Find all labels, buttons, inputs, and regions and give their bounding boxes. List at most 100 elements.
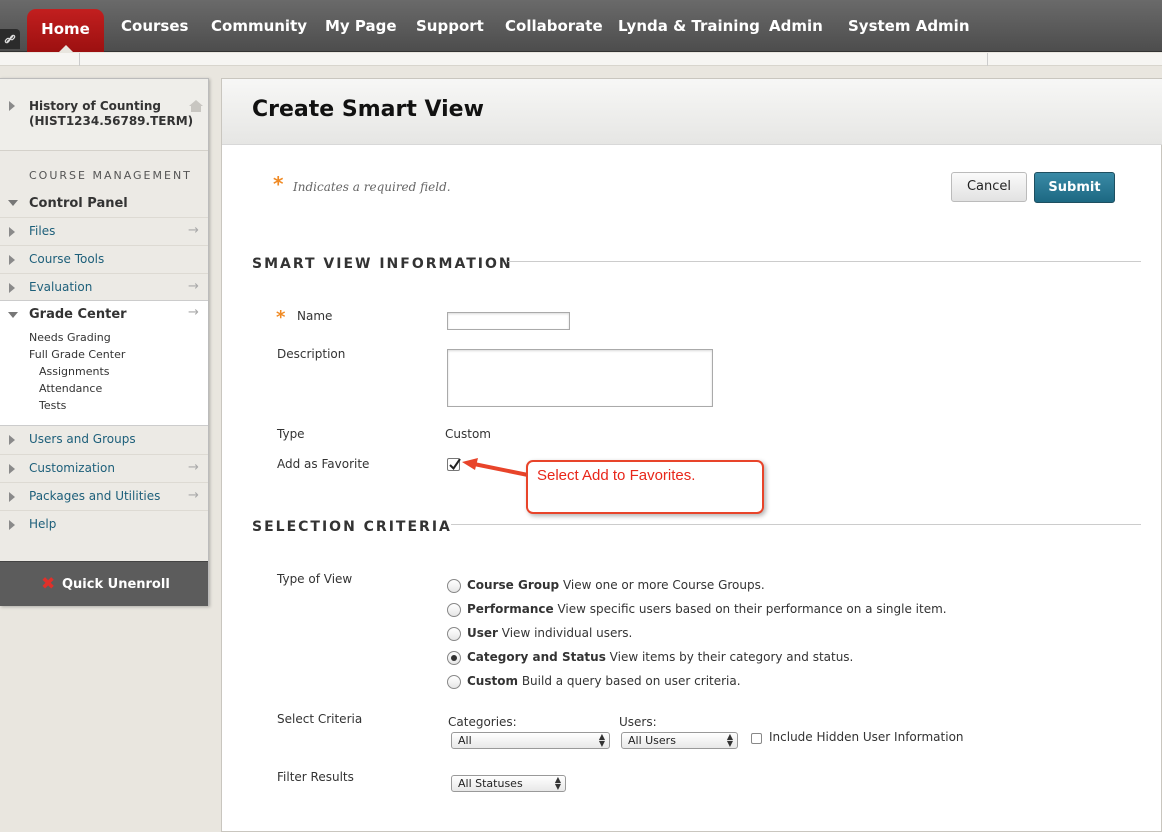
sidebar-item-course-tools[interactable]: Course Tools	[0, 245, 208, 273]
divider	[508, 261, 1141, 262]
description-label: Description	[277, 347, 346, 361]
link-icon[interactable]	[0, 29, 20, 49]
tab-admin[interactable]: Admin	[769, 17, 823, 35]
radio-label-performance[interactable]: Performance View specific users based on…	[467, 602, 947, 616]
radio-course-group[interactable]	[447, 579, 461, 593]
section-title-selection-criteria: SELECTION CRITERIA	[252, 519, 452, 535]
arrow-right-icon: →	[188, 460, 199, 475]
option-desc: Build a query based on user criteria.	[521, 674, 741, 688]
option-title: Custom	[467, 674, 518, 688]
users-label: Users:	[619, 715, 657, 729]
tab-my-page[interactable]: My Page	[325, 17, 397, 35]
sidebar-subitem-full-grade-center[interactable]: Full Grade Center	[29, 348, 125, 361]
home-icon[interactable]	[188, 99, 204, 113]
radio-label-custom[interactable]: Custom Build a query based on user crite…	[467, 674, 741, 688]
users-select[interactable]: All Users ▲ ▼	[621, 732, 738, 749]
sidebar-item-label: Packages and Utilities	[29, 489, 161, 503]
categories-value: All	[458, 734, 472, 747]
callout-arrow-icon	[462, 458, 529, 477]
option-title: Course Group	[467, 578, 560, 592]
course-title[interactable]: History of Counting (HIST1234.56789.TERM…	[29, 99, 193, 129]
include-hidden-checkbox[interactable]	[751, 733, 762, 744]
sidebar-item-evaluation[interactable]: Evaluation →	[0, 273, 208, 301]
name-label: Name	[297, 309, 333, 323]
favorite-label: Add as Favorite	[277, 457, 370, 471]
callout-text: Select Add to Favorites.	[537, 467, 696, 484]
arrow-right-icon: →	[188, 223, 199, 238]
expand-icon	[9, 283, 15, 293]
categories-select[interactable]: All ▲ ▼	[451, 732, 610, 749]
include-hidden-label: Include Hidden User Information	[769, 730, 964, 744]
expand-icon	[9, 255, 15, 265]
sidebar-subitem-assignments[interactable]: Assignments	[39, 365, 110, 378]
option-title: User	[467, 626, 498, 640]
arrow-right-icon: →	[188, 488, 199, 503]
expand-icon	[9, 492, 15, 502]
sidebar-item-label: Evaluation	[29, 280, 93, 294]
divider	[79, 53, 80, 66]
option-desc: View one or more Course Groups.	[562, 578, 765, 592]
filter-select[interactable]: All Statuses ▲ ▼	[451, 775, 566, 792]
collapse-icon[interactable]	[8, 200, 18, 206]
sidebar-item-packages-utilities[interactable]: Packages and Utilities →	[0, 482, 208, 510]
type-value: Custom	[445, 427, 491, 441]
sidebar-item-label: Files	[29, 224, 56, 238]
sidebar-subitem-tests[interactable]: Tests	[39, 399, 66, 412]
expand-icon	[9, 227, 15, 237]
page-header: Create Smart View	[222, 79, 1162, 145]
sidebar-item-label: Course Tools	[29, 252, 105, 266]
cancel-button[interactable]: Cancel	[951, 172, 1027, 202]
divider	[451, 524, 1141, 525]
description-textarea[interactable]	[447, 349, 713, 407]
expand-icon[interactable]	[9, 101, 15, 111]
option-desc: View individual users.	[501, 626, 633, 640]
control-panel-label[interactable]: Control Panel	[29, 196, 128, 211]
favorite-checkbox[interactable]	[447, 458, 461, 471]
tab-community[interactable]: Community	[211, 17, 307, 35]
expand-icon	[9, 520, 15, 530]
sidebar-item-label: Customization	[29, 461, 115, 475]
content-panel: Create Smart View * Indicates a required…	[221, 78, 1162, 832]
annotation-callout: Select Add to Favorites.	[526, 460, 764, 514]
sidebar-subitem-needs-grading[interactable]: Needs Grading	[29, 331, 111, 344]
quick-unenroll-button[interactable]: ✖ Quick Unenroll	[0, 561, 208, 606]
course-header[interactable]: History of Counting (HIST1234.56789.TERM…	[0, 79, 208, 151]
expand-icon	[9, 435, 15, 445]
course-management-label: COURSE MANAGEMENT	[29, 169, 192, 182]
tab-courses[interactable]: Courses	[121, 17, 188, 35]
radio-label-category-and-status[interactable]: Category and Status View items by their …	[467, 650, 853, 664]
required-note: Indicates a required field.	[293, 180, 451, 194]
filter-results-label: Filter Results	[277, 770, 354, 784]
section-title-smart-view-info: SMART VIEW INFORMATION	[252, 256, 513, 272]
categories-label: Categories:	[448, 715, 517, 729]
tab-system-admin[interactable]: System Admin	[848, 17, 970, 35]
sidebar-item-grade-center[interactable]: Grade Center → Needs Grading Full Grade …	[0, 300, 208, 426]
arrow-right-icon[interactable]: →	[188, 305, 199, 320]
collapse-icon[interactable]	[8, 312, 18, 318]
sidebar-subitem-attendance[interactable]: Attendance	[39, 382, 102, 395]
sidebar-item-customization[interactable]: Customization →	[0, 454, 208, 482]
submit-button[interactable]: Submit	[1034, 172, 1115, 203]
type-label: Type	[277, 427, 305, 441]
radio-label-user[interactable]: User View individual users.	[467, 626, 632, 640]
radio-performance[interactable]	[447, 603, 461, 617]
grade-center-label[interactable]: Grade Center	[29, 307, 127, 322]
option-title: Category and Status	[467, 650, 606, 664]
radio-category-and-status[interactable]	[447, 651, 461, 665]
sidebar-item-users-and-groups[interactable]: Users and Groups	[0, 426, 208, 454]
select-arrows-icon: ▲ ▼	[726, 732, 733, 748]
sidebar-item-help[interactable]: Help	[0, 510, 208, 538]
quick-unenroll-label: Quick Unenroll	[62, 577, 170, 592]
sidebar-item-files[interactable]: Files →	[0, 217, 208, 245]
radio-user[interactable]	[447, 627, 461, 641]
tab-lynda-training[interactable]: Lynda & Training	[618, 17, 760, 35]
tab-support[interactable]: Support	[416, 17, 484, 35]
tab-collaborate[interactable]: Collaborate	[505, 17, 603, 35]
expand-icon	[9, 464, 15, 474]
radio-label-course-group[interactable]: Course Group View one or more Course Gro…	[467, 578, 765, 592]
close-icon: ✖	[41, 574, 56, 594]
radio-custom[interactable]	[447, 675, 461, 689]
required-star-icon: *	[273, 172, 284, 196]
sidebar-item-label: Users and Groups	[29, 432, 136, 446]
name-input[interactable]	[447, 312, 570, 330]
